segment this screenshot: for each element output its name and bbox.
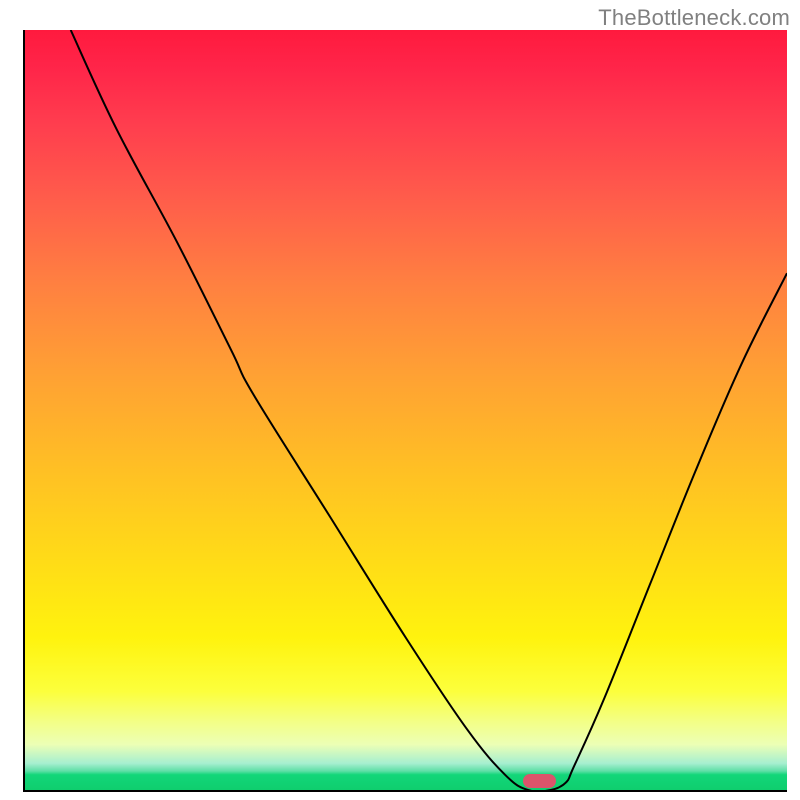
axis-frame <box>23 30 787 792</box>
watermark-text: TheBottleneck.com <box>0 5 790 31</box>
